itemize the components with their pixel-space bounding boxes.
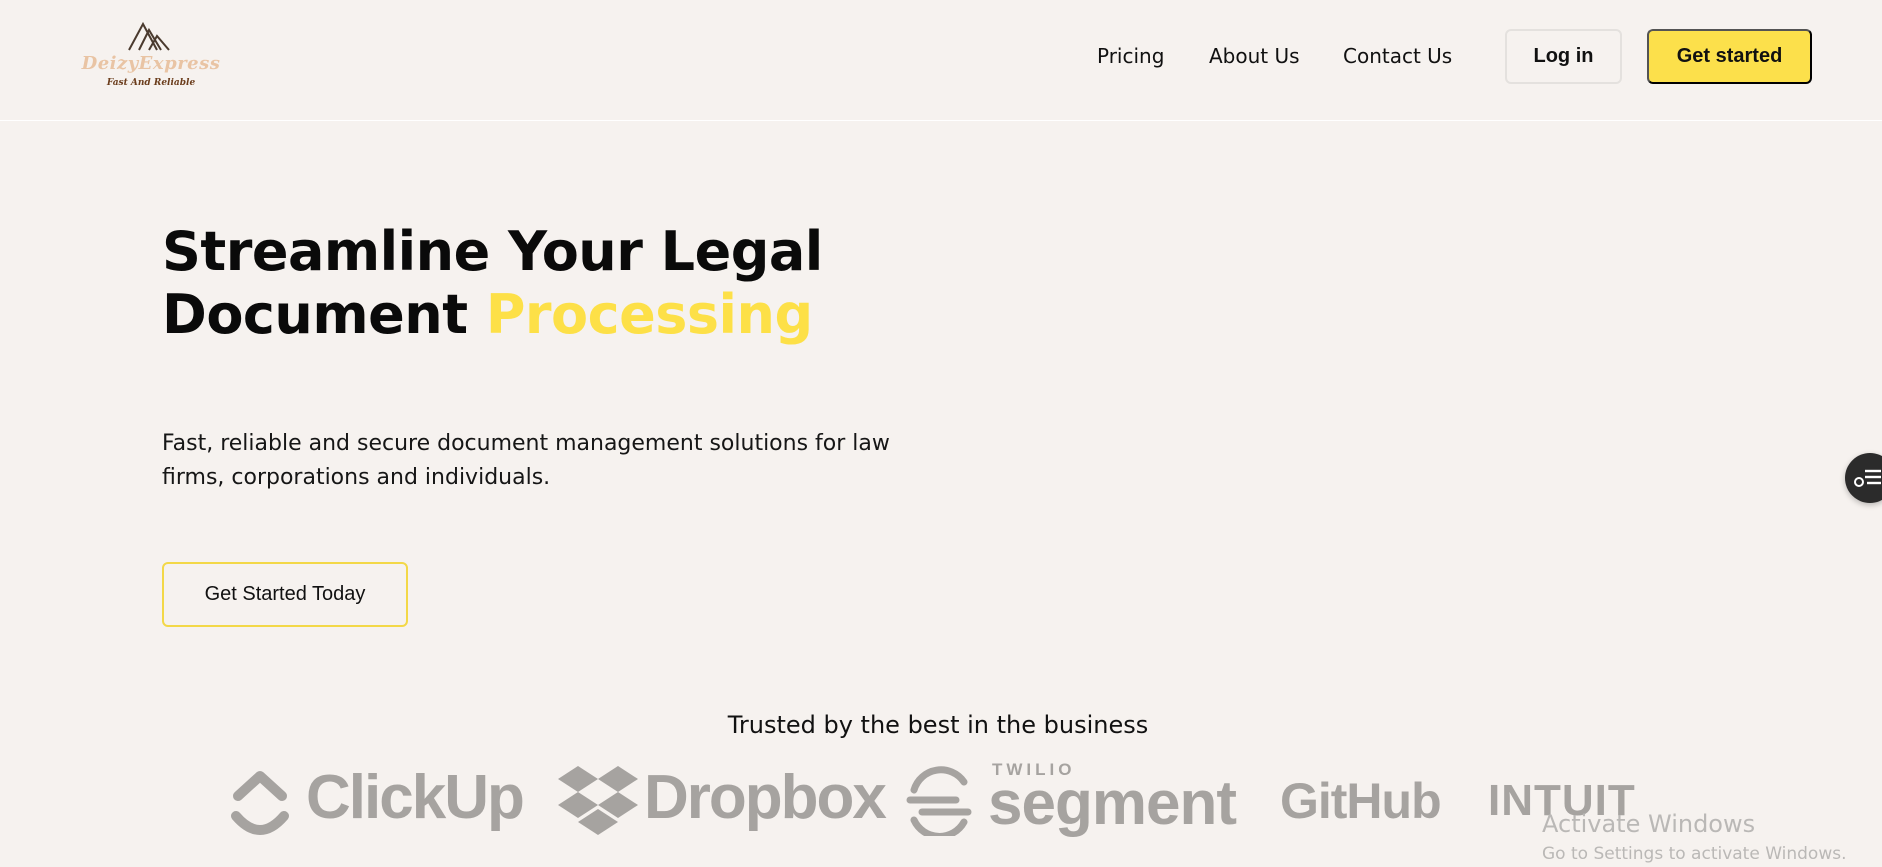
nav-contact-link[interactable]: Contact Us: [1343, 44, 1452, 68]
trusted-heading: Trusted by the best in the business: [727, 711, 1149, 739]
hero-title-line1: Streamline Your Legal: [162, 220, 823, 283]
github-logo: GitHub: [1280, 773, 1442, 829]
dropbox-icon: [558, 766, 638, 835]
segment-logo: segment: [988, 769, 1237, 838]
get-started-today-button[interactable]: Get Started Today: [162, 562, 408, 627]
login-button[interactable]: Log in: [1505, 29, 1622, 84]
get-started-button[interactable]: Get started: [1647, 29, 1812, 84]
hero-title: Streamline Your Legal Document Processin…: [162, 220, 823, 346]
hero-subtitle: Fast, reliable and secure document manag…: [162, 431, 890, 490]
nav-pricing-link[interactable]: Pricing: [1097, 44, 1164, 68]
site-header: DeizyExpress Fast And Reliable Pricing A…: [0, 0, 1882, 121]
hero-title-line2: Document: [162, 283, 486, 346]
nav-about-link[interactable]: About Us: [1209, 44, 1300, 68]
activate-windows-title: Activate Windows: [1542, 810, 1756, 838]
accessibility-menu-icon: [1854, 469, 1881, 487]
segment-icon: [906, 766, 972, 836]
clickup-logo: ClickUp: [306, 763, 525, 832]
mountain-logo-icon: [128, 22, 170, 51]
dropbox-logo: Dropbox: [644, 763, 887, 832]
accessibility-menu-button[interactable]: [1845, 453, 1882, 503]
brand-tagline: Fast And Reliable: [106, 78, 196, 88]
partner-logos: ClickUp Dropbox TWILIO segment GitHub IN…: [226, 760, 1646, 840]
activate-windows-subtitle: Go to Settings to activate Windows.: [1542, 844, 1847, 864]
clickup-icon: [231, 771, 289, 835]
brand-logo[interactable]: DeizyExpress Fast And Reliable: [80, 20, 222, 92]
hero-title-highlight: Processing: [485, 283, 813, 346]
brand-name: DeizyExpress: [81, 53, 221, 74]
